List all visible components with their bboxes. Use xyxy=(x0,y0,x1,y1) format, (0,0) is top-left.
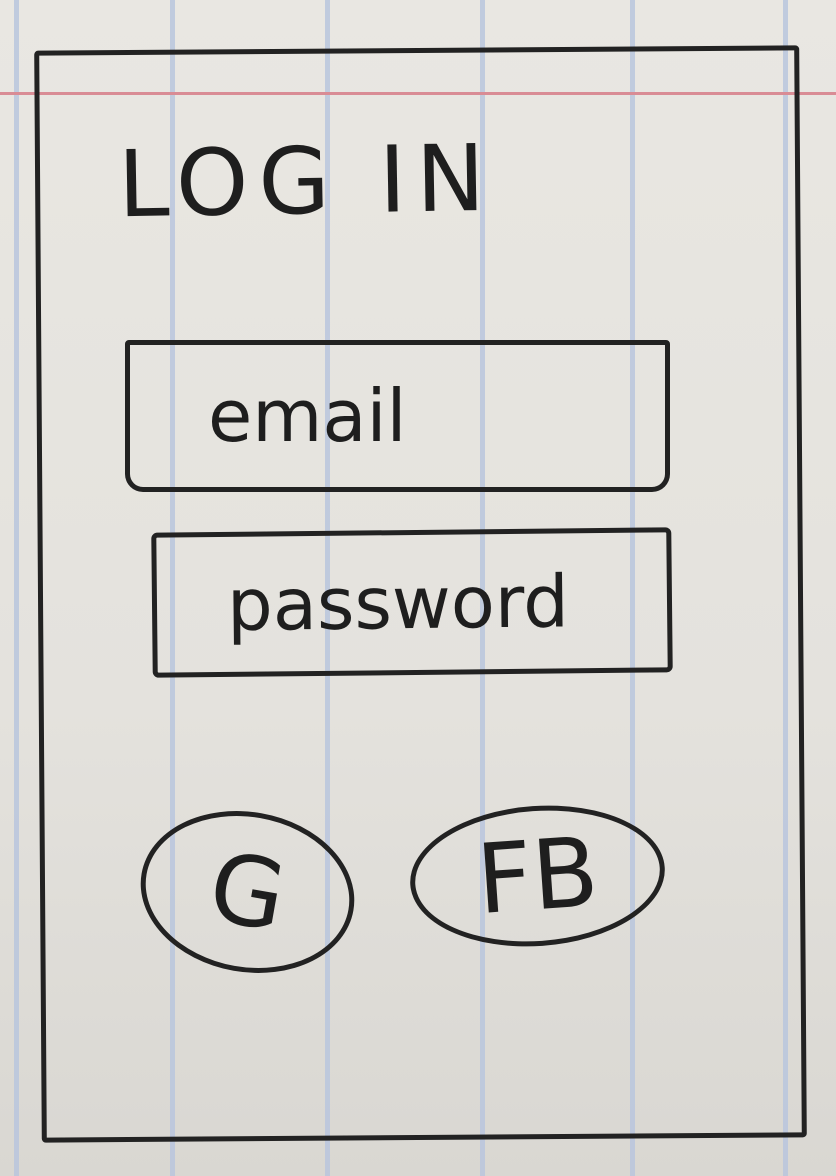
google-icon: G xyxy=(201,830,294,954)
email-field[interactable]: email xyxy=(125,340,670,492)
password-field[interactable]: password xyxy=(151,527,673,678)
paper-rule-line xyxy=(14,0,19,1176)
email-placeholder: email xyxy=(208,374,407,458)
facebook-icon: FB xyxy=(473,815,602,937)
password-placeholder: password xyxy=(226,558,570,647)
page-title: LOG IN xyxy=(117,124,496,239)
